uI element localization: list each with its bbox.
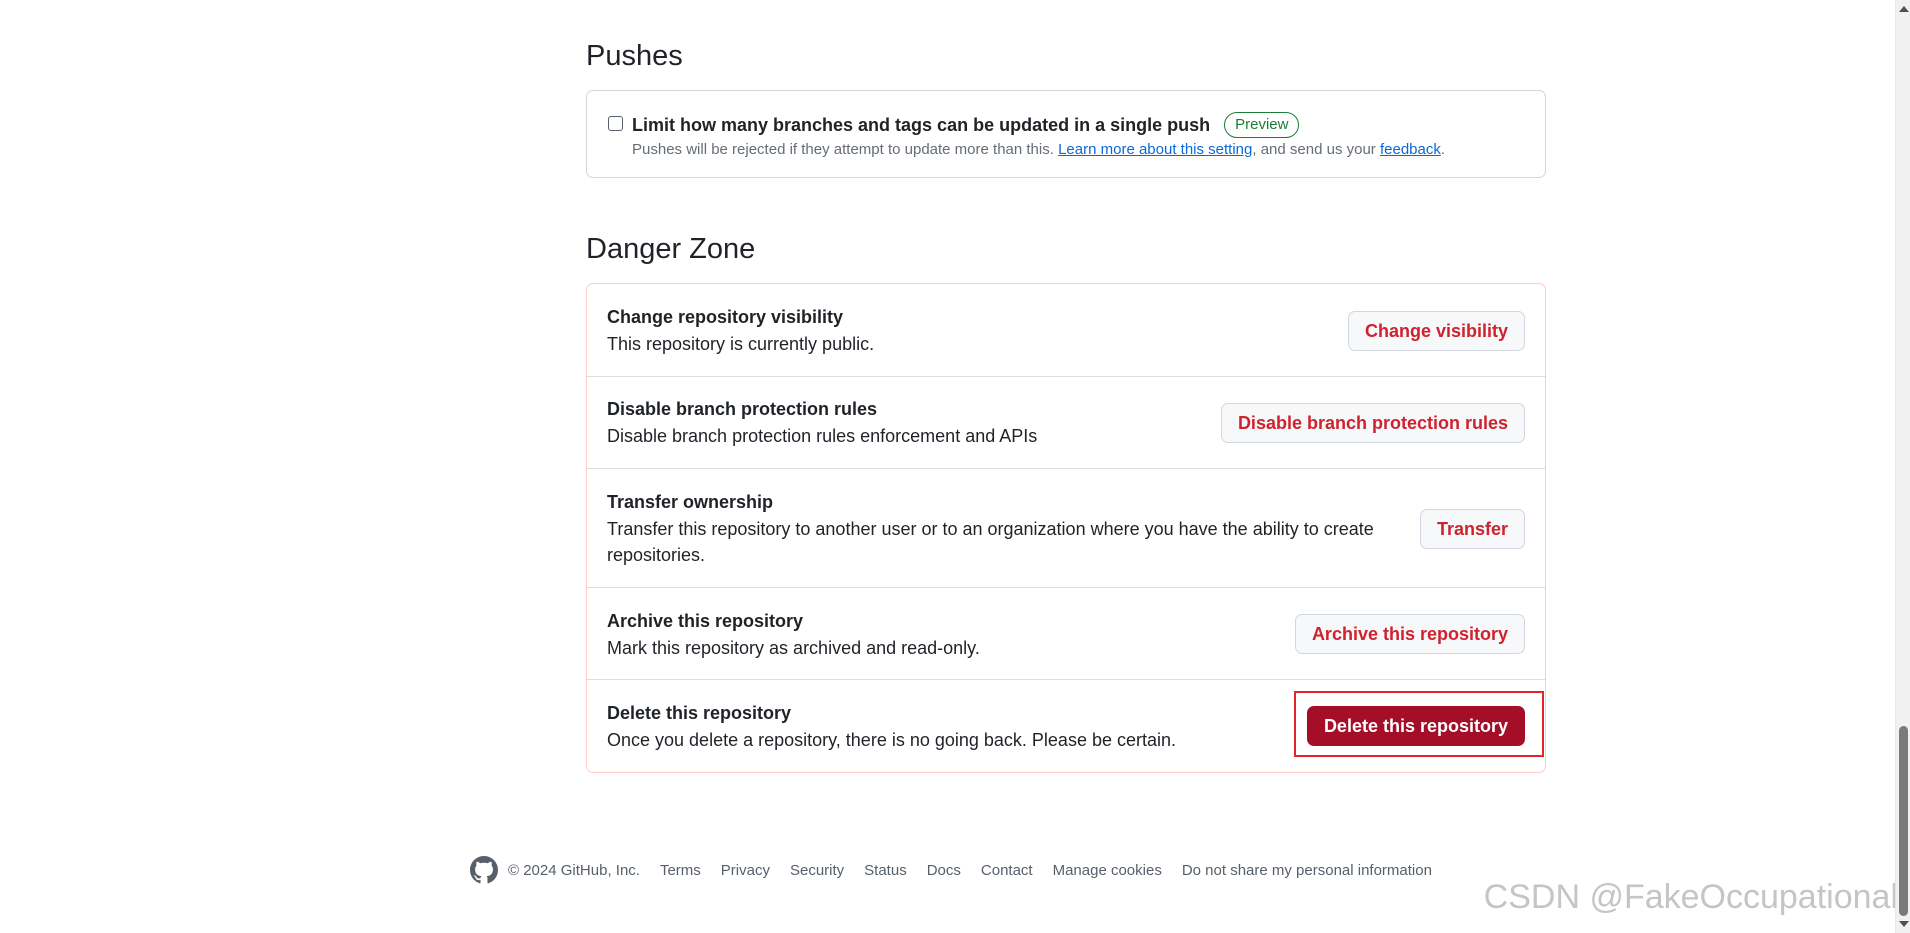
scrollbar-thumb[interactable]	[1899, 726, 1908, 916]
watermark: CSDN @FakeOccupational	[1483, 878, 1898, 916]
github-mark-icon[interactable]	[470, 856, 498, 884]
pushes-settings-box: Limit how many branches and tags can be …	[586, 90, 1546, 178]
danger-row-change-visibility: Change repository visibility This reposi…	[587, 284, 1545, 376]
danger-row-title: Archive this repository	[607, 611, 804, 631]
danger-row-title: Transfer ownership	[607, 492, 774, 512]
desc-prefix: Pushes will be rejected if they attempt …	[632, 141, 1059, 158]
disable-branch-protection-button[interactable]: Disable branch protection rules	[1220, 403, 1525, 443]
danger-row-desc: This repository is currently public.	[607, 334, 875, 354]
danger-zone-title: Danger Zone	[586, 233, 756, 265]
archive-repository-button[interactable]: Archive this repository	[1294, 614, 1525, 654]
danger-row-title: Delete this repository	[607, 703, 792, 723]
danger-row-delete: Delete this repository Once you delete a…	[587, 679, 1545, 773]
feedback-link[interactable]: feedback	[1380, 141, 1441, 158]
limit-push-description: Pushes will be rejected if they attempt …	[632, 141, 1445, 158]
danger-row-disable-branch-protection: Disable branch protection rules Disable …	[587, 376, 1545, 468]
settings-page: Pushes Limit how many branches and tags …	[0, 0, 1910, 933]
page-footer: © 2024 GitHub, Inc. Terms Privacy Securi…	[470, 855, 1452, 885]
scroll-up-arrow-icon[interactable]	[1899, 6, 1909, 12]
danger-zone-box: Change repository visibility This reposi…	[586, 283, 1546, 773]
preview-badge: Preview	[1224, 112, 1300, 138]
transfer-button[interactable]: Transfer	[1419, 509, 1525, 549]
vertical-scrollbar[interactable]	[1895, 0, 1910, 933]
desc-suffix: .	[1440, 141, 1446, 158]
delete-repository-button[interactable]: Delete this repository	[1306, 706, 1525, 746]
limit-push-label-text: Limit how many branches and tags can be …	[632, 115, 1211, 135]
danger-row-archive: Archive this repository Mark this reposi…	[587, 587, 1545, 679]
pushes-section-title: Pushes	[586, 40, 683, 72]
footer-link-terms[interactable]: Terms	[660, 862, 701, 879]
danger-row-title: Change repository visibility	[607, 307, 844, 327]
footer-link-privacy[interactable]: Privacy	[721, 862, 770, 879]
limit-push-checkbox[interactable]	[608, 116, 623, 131]
footer-link-status[interactable]: Status	[864, 862, 907, 879]
change-visibility-button[interactable]: Change visibility	[1347, 311, 1525, 351]
danger-row-title: Disable branch protection rules	[607, 399, 878, 419]
desc-middle: , and send us your	[1252, 141, 1380, 158]
footer-link-contact[interactable]: Contact	[981, 862, 1033, 879]
footer-copyright: © 2024 GitHub, Inc.	[508, 861, 640, 879]
footer-link-do-not-share[interactable]: Do not share my personal information	[1182, 862, 1432, 879]
danger-row-transfer-ownership: Transfer ownership Transfer this reposit…	[587, 468, 1545, 587]
danger-row-desc: Transfer this repository to another user…	[607, 519, 1374, 565]
footer-link-manage-cookies[interactable]: Manage cookies	[1053, 862, 1162, 879]
limit-push-label[interactable]: Limit how many branches and tags can be …	[632, 112, 1300, 138]
footer-link-security[interactable]: Security	[790, 862, 844, 879]
learn-more-link[interactable]: Learn more about this setting	[1058, 141, 1252, 158]
footer-link-docs[interactable]: Docs	[927, 862, 961, 879]
scroll-down-arrow-icon[interactable]	[1899, 921, 1909, 927]
